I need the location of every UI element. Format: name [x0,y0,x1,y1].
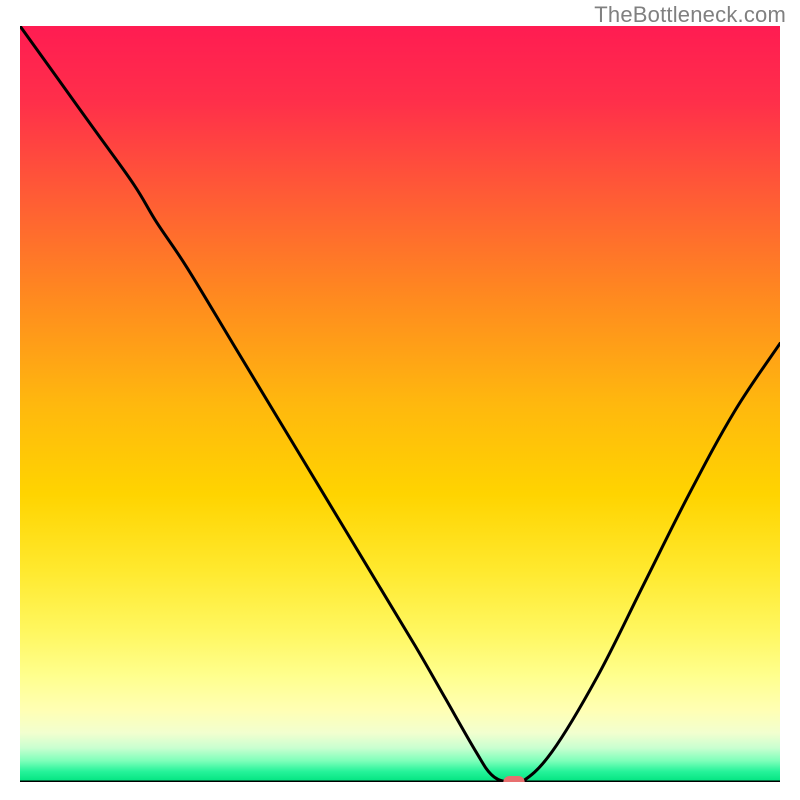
bottleneck-chart [0,0,800,800]
optimal-point-marker [503,776,524,788]
gradient-background [20,26,780,782]
chart-stage: TheBottleneck.com [0,0,800,800]
watermark-label: TheBottleneck.com [594,2,786,28]
